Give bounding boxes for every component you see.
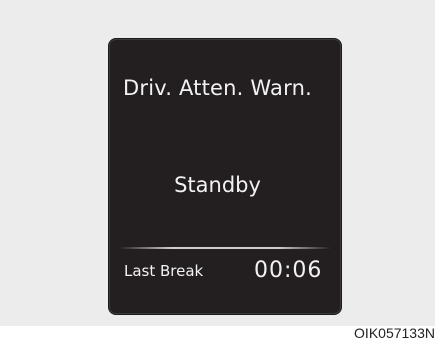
- last-break-label: Last Break: [124, 262, 204, 280]
- status-text: Standby: [174, 173, 261, 197]
- divider-line: [119, 247, 331, 249]
- last-break-time: 00:06: [254, 258, 323, 283]
- figure-code: OIK057133N: [354, 325, 435, 341]
- warning-title: Driv. Atten. Warn.: [123, 76, 312, 100]
